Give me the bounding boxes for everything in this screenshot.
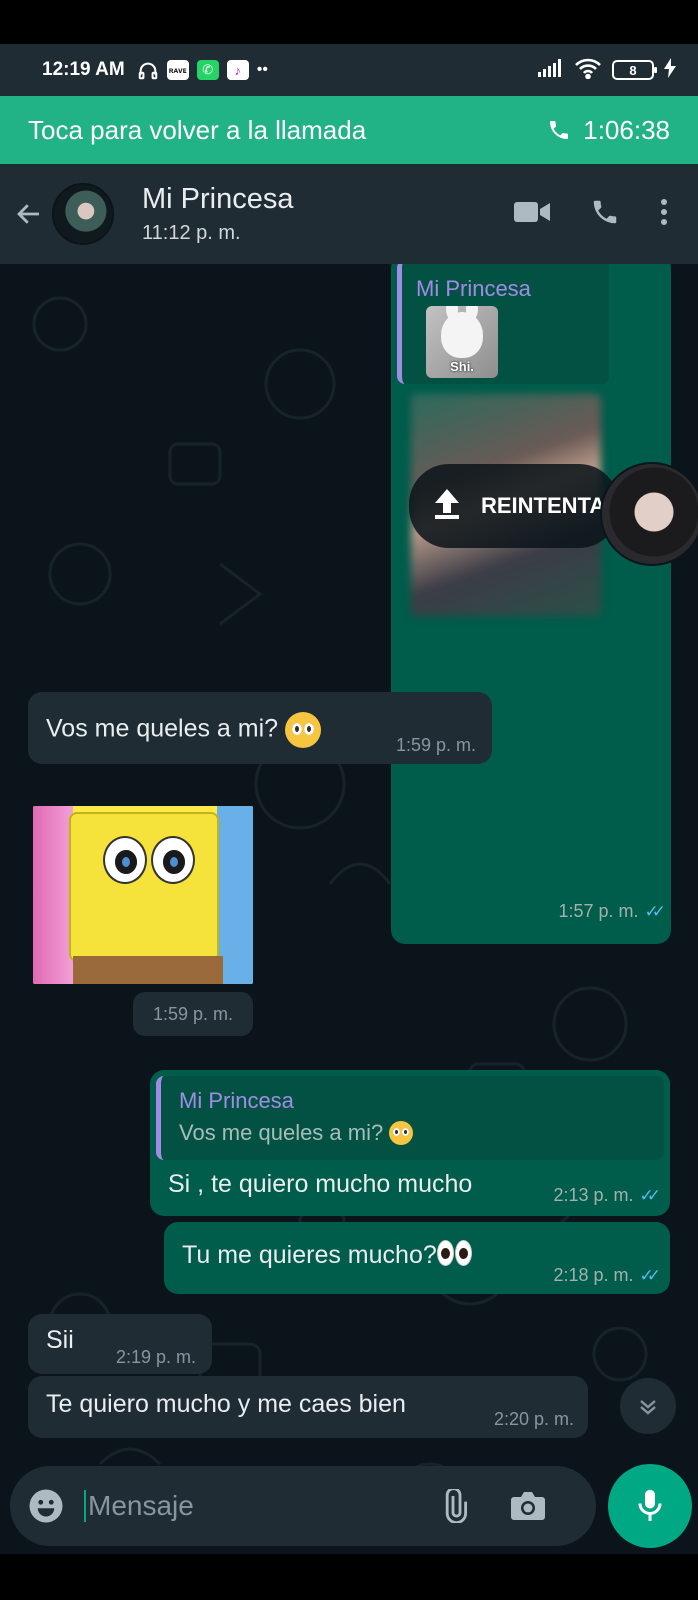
top-bezel — [0, 0, 698, 44]
message-time: 1:57 p. m. — [558, 901, 639, 921]
message-time: 1:59 p. m. — [395, 735, 476, 755]
battery-indicator: 8 — [612, 60, 657, 80]
emoji-icon[interactable] — [26, 1486, 66, 1526]
contact-name: Mi Princesa — [142, 183, 294, 215]
voice-call-icon[interactable] — [590, 197, 620, 232]
message-meta: 1:57 p. m. ✓✓ — [558, 901, 665, 922]
mic-icon — [638, 1489, 662, 1521]
message-composer — [10, 1466, 596, 1546]
call-pip-avatar[interactable] — [600, 462, 698, 566]
charging-icon — [664, 57, 676, 83]
status-bar: 12:19 AM ʀᴀᴠᴇ ✆ ♪ •• 8 — [0, 44, 698, 96]
incoming-text-message[interactable]: Vos me queles a mi? 1:59 p. m. — [28, 692, 492, 764]
whatsapp-notification-icon: ✆ — [196, 60, 219, 80]
camera-icon[interactable] — [506, 1484, 550, 1528]
chat-area[interactable]: Mi Princesa Shi. REINTENTAR 1:57 p. m. ✓… — [0, 264, 698, 1554]
tiktok-notification-icon: ♪ — [226, 60, 249, 80]
phone-icon — [550, 121, 569, 139]
read-ticks-icon: ✓✓ — [639, 1185, 661, 1205]
read-ticks-icon: ✓✓ — [644, 901, 666, 921]
spongebob-image-message[interactable] — [33, 806, 253, 984]
quoted-text-content: Vos me queles a mi? — [179, 1120, 384, 1145]
outgoing-text-message[interactable]: Tu me quieres mucho? 2:18 p. m. ✓✓ — [164, 1222, 670, 1294]
message-meta: 2:13 p. m. ✓✓ — [553, 1185, 660, 1206]
retry-label: REINTENTAR — [481, 493, 619, 518]
message-text: Te quiero mucho y me caes bien — [46, 1390, 406, 1418]
message-text-content: Tu me quieres mucho? — [182, 1241, 437, 1270]
message-time: 2:19 p. m. — [115, 1347, 196, 1367]
read-ticks-icon: ✓✓ — [639, 1265, 661, 1285]
rave-app-icon: ʀᴀᴠᴇ — [166, 60, 189, 80]
eyes-emoji — [436, 1240, 473, 1273]
message-text: Vos me queles a mi? — [46, 712, 322, 748]
message-text: Si , te quiero mucho mucho — [168, 1170, 473, 1198]
scroll-down-icon — [640, 1400, 656, 1415]
message-meta: 2:18 p. m. ✓✓ — [553, 1265, 660, 1286]
message-time: 2:20 p. m. — [493, 1409, 574, 1429]
more-notifications-icon: •• — [256, 61, 268, 78]
return-to-call-banner[interactable]: Toca para volver a la llamada 1:06:38 — [0, 96, 698, 164]
quoted-sticker-reply[interactable]: Mi Princesa Shi. — [397, 264, 609, 384]
headphones-icon — [137, 59, 159, 81]
message-text: Sii — [46, 1326, 74, 1354]
status-time: 12:19 AM — [42, 59, 125, 80]
quoted-sticker-thumbnail: Shi. — [426, 306, 498, 378]
incoming-text-message[interactable]: Te quiero mucho y me caes bien 2:20 p. m… — [28, 1376, 588, 1438]
attach-icon[interactable] — [432, 1484, 476, 1528]
bunny-sticker — [441, 306, 483, 358]
signal-icon — [538, 58, 564, 82]
quoted-message[interactable]: Mi Princesa Vos me queles a mi? — [156, 1076, 664, 1160]
outgoing-media-message[interactable]: Mi Princesa Shi. REINTENTAR 1:57 p. m. ✓… — [391, 264, 671, 944]
spongebob-body — [69, 812, 219, 962]
upload-icon — [433, 487, 461, 525]
call-duration-text: 1:06:38 — [583, 114, 670, 145]
message-text: Tu me quieres mucho? — [182, 1240, 473, 1273]
spongebob-right-eye — [151, 836, 195, 884]
call-duration: 1:06:38 — [547, 115, 670, 146]
scroll-to-bottom-button[interactable] — [620, 1378, 676, 1434]
message-time: 2:13 p. m. — [553, 1185, 634, 1205]
sticker-caption: Shi. — [450, 359, 474, 374]
message-text-content: Vos me queles a mi? — [46, 714, 279, 743]
incoming-text-message[interactable]: Sii 2:19 p. m. — [28, 1314, 212, 1374]
contact-info[interactable]: Mi Princesa 11:12 p. m. — [142, 183, 294, 245]
back-arrow-icon[interactable] — [12, 197, 46, 231]
return-to-call-text: Toca para volver a la llamada — [28, 114, 367, 145]
message-input[interactable] — [84, 1490, 424, 1522]
quoted-author: Mi Princesa — [179, 1088, 294, 1113]
more-options-icon[interactable] — [660, 198, 668, 231]
chat-header: Mi Princesa 11:12 p. m. — [0, 164, 698, 264]
image-time-badge: 1:59 p. m. — [133, 992, 253, 1036]
image-left-curtain — [33, 806, 73, 984]
video-call-icon[interactable] — [514, 200, 550, 229]
outgoing-reply-message[interactable]: Mi Princesa Vos me queles a mi? Si , te … — [150, 1070, 670, 1216]
spongebob-pants — [73, 956, 223, 984]
retry-upload-button[interactable]: REINTENTAR — [409, 464, 619, 548]
bottom-bezel — [0, 1554, 698, 1600]
message-time: 2:18 p. m. — [553, 1265, 634, 1285]
contact-avatar[interactable] — [52, 183, 114, 245]
quoted-author: Mi Princesa — [416, 276, 531, 301]
pleading-face-emoji — [285, 712, 322, 748]
spongebob-left-eye — [103, 836, 147, 884]
pleading-face-emoji — [389, 1121, 414, 1145]
wifi-icon — [574, 57, 602, 84]
quoted-text: Vos me queles a mi? — [179, 1120, 414, 1146]
mic-button[interactable] — [608, 1464, 692, 1548]
last-seen: 11:12 p. m. — [142, 222, 241, 244]
